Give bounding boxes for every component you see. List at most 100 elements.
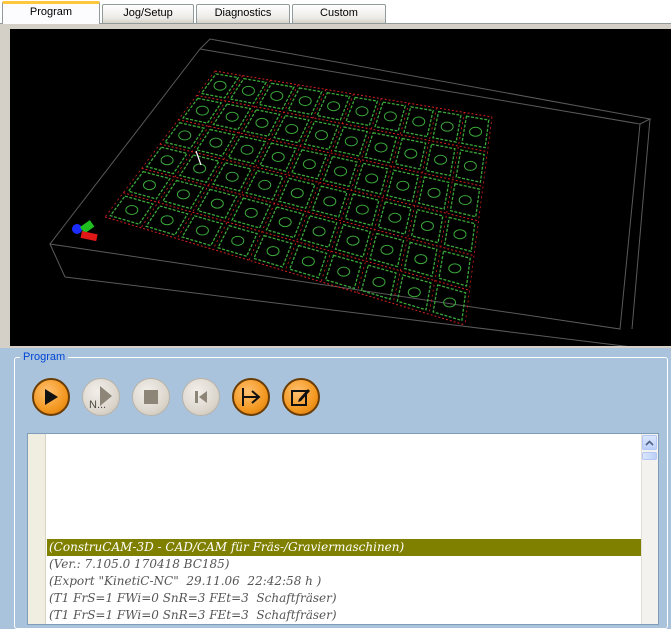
toolpath-hole <box>241 85 255 96</box>
scroll-up-button[interactable] <box>642 435 657 450</box>
code-line[interactable]: (Export "KinetiC-NC" 29.11.06 22:42:58 h… <box>47 573 641 590</box>
toolpath-part-outline <box>374 101 407 132</box>
toolpath-hole <box>178 130 192 141</box>
toolpath-part-outline <box>265 206 305 239</box>
toolpath-hole <box>448 263 462 274</box>
toolpath-hole <box>271 151 285 162</box>
toolpath-hole <box>142 180 156 191</box>
toolpath-hole <box>195 225 209 236</box>
toolpath-hole <box>255 117 269 128</box>
toolpath-hole <box>453 229 467 240</box>
run-from-line-button[interactable]: N... <box>82 378 120 416</box>
toolpath-part-outline <box>403 241 438 278</box>
tab-strip: Program Jog/Setup Diagnostics Custom <box>0 0 671 24</box>
code-line[interactable]: (T1 FrS=1 FWi=0 SnR=3 FEt=3 Schaftfräser… <box>47 590 641 607</box>
toolpath-hole <box>355 204 369 215</box>
tab-custom[interactable]: Custom <box>292 4 386 23</box>
toolpath-hole <box>258 179 272 190</box>
toolpath-hole <box>380 244 394 255</box>
toolpath-hole <box>231 235 245 246</box>
run-from-line-label: N... <box>89 399 106 410</box>
toolpath-part-outline <box>394 137 427 170</box>
scroll-thumb[interactable] <box>642 452 657 460</box>
tab-diagnostics[interactable]: Diagnostics <box>196 4 290 23</box>
toolpath-hole <box>225 171 239 182</box>
toolpath-hole <box>427 187 441 198</box>
toolpath-part-outline <box>425 143 456 177</box>
rapid-move-line <box>212 84 299 250</box>
toolpath-hole <box>125 204 139 215</box>
rapid-move-line <box>140 75 244 229</box>
rapid-move-line <box>159 143 479 222</box>
toolpath-part-outline <box>311 185 348 218</box>
toolpath-part-outline <box>231 197 271 229</box>
toolpath-hole <box>407 287 421 298</box>
stop-icon <box>144 390 158 404</box>
toolpath-hole <box>240 144 254 155</box>
toolpath-hole <box>344 136 358 147</box>
toolpath-part-outline <box>403 106 434 138</box>
toolpath-part-outline <box>145 146 189 175</box>
play-button[interactable] <box>32 378 70 416</box>
toolpath-hole <box>195 105 209 116</box>
toolpath-hole <box>365 173 379 184</box>
toolpath-hole <box>334 166 348 177</box>
toolpath-hole <box>469 126 483 137</box>
toolpath-hole <box>312 226 326 237</box>
toolpath-part-outline <box>300 215 338 249</box>
tab-jog-setup[interactable]: Jog/Setup <box>102 4 194 23</box>
toolpath-hole <box>302 159 316 170</box>
code-line-current[interactable]: (ConstruCAM-3D - CAD/CAM für Fräs-/Gravi… <box>47 539 641 556</box>
program-code-editor[interactable]: (ConstruCAM-3D - CAD/CAM für Fräs-/Gravi… <box>27 433 659 625</box>
toolpath-hole <box>440 121 454 132</box>
toolpath-part-outline <box>432 110 462 143</box>
toolpath-part-outline <box>258 82 295 110</box>
load-button[interactable] <box>232 378 270 416</box>
toolpath-canvas[interactable] <box>10 29 671 346</box>
toolpath-part-outline <box>333 126 369 157</box>
toolpath-part-outline <box>288 244 328 279</box>
toolpath-part-outline <box>252 234 293 268</box>
axis-gizmo-icon <box>72 220 98 242</box>
toolpath-part-outline <box>278 177 316 209</box>
toolpath-hole <box>266 246 280 257</box>
tab-program[interactable]: Program <box>2 1 100 24</box>
work-envelope-box <box>49 38 652 346</box>
next-line-icon: N... <box>89 386 112 410</box>
vertical-scrollbar[interactable] <box>641 434 658 624</box>
tool-marker <box>195 150 202 166</box>
toolpath-part-outline <box>324 254 363 290</box>
toolpath-hole <box>213 80 227 91</box>
toolpath-hole <box>270 90 284 101</box>
toolpath-hole <box>176 189 190 200</box>
toolpath-hole <box>298 96 312 107</box>
code-lines: (ConstruCAM-3D - CAD/CAM für Fräs-/Gravi… <box>47 539 641 624</box>
toolpath-part-outline <box>109 195 154 225</box>
toolpath-part-outline <box>212 162 252 192</box>
toolpath-hole <box>301 256 315 267</box>
toolpath-part-outline <box>369 232 405 268</box>
toolpath-hole <box>244 207 258 218</box>
toolpath-part-outline <box>461 115 490 149</box>
toolpath-part-outline <box>377 201 412 235</box>
chevron-up-icon <box>645 439 654 446</box>
toolpath-3d-viewport[interactable] <box>10 29 671 346</box>
code-line[interactable]: (Ver.: 7.105.0 170418 BC185) <box>47 556 641 573</box>
stop-button[interactable] <box>132 378 170 416</box>
toolpath-hole <box>278 217 292 228</box>
toolpath-part-outline <box>455 149 485 183</box>
toolpath-part-outline <box>182 97 223 124</box>
toolpath-part-outline <box>345 96 379 127</box>
rewind-icon <box>195 391 207 403</box>
toolpath-hole <box>372 276 386 287</box>
toolpath-part-outline <box>195 128 236 157</box>
toolpath-hole <box>374 142 388 153</box>
code-line[interactable]: (T1 FrS=1 FWi=0 SnR=3 FEt=3 Schaftfräser… <box>47 607 641 624</box>
toolpath-grid <box>104 70 493 326</box>
rewind-button[interactable] <box>182 378 220 416</box>
edit-button[interactable] <box>282 378 320 416</box>
toolpath-part-outline <box>316 91 351 121</box>
toolpath-hole <box>404 148 418 159</box>
toolpath-part-outline <box>212 103 252 131</box>
toolpath-part-outline <box>322 155 358 188</box>
